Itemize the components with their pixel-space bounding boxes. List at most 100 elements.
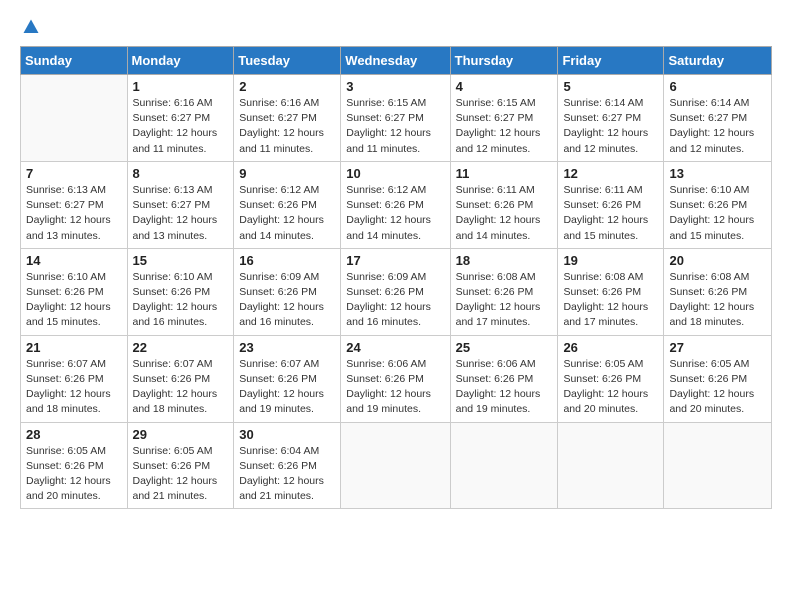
page: SundayMondayTuesdayWednesdayThursdayFrid… — [0, 0, 792, 612]
calendar-cell: 15 Sunrise: 6:10 AMSunset: 6:26 PMDayligh… — [127, 248, 234, 335]
header — [20, 18, 772, 36]
day-number: 8 — [133, 166, 229, 181]
calendar-cell: 14Sunrise: 6:10 AMSunset: 6:26 PMDayligh… — [21, 248, 128, 335]
day-number: 7 — [26, 166, 122, 181]
day-number: 23 — [239, 340, 335, 355]
calendar-cell: 21Sunrise: 6:07 AMSunset: 6:26 PMDayligh… — [21, 335, 128, 422]
day-info: Sunrise: 6:05 AMSunset: 6:26 PMDaylight:… — [563, 357, 658, 418]
day-number: 6 — [669, 79, 766, 94]
calendar-header-wednesday: Wednesday — [341, 47, 450, 75]
day-info: Sunrise: 6:12 AMSunset: 6:26 PMDaylight:… — [239, 183, 335, 244]
calendar-header-thursday: Thursday — [450, 47, 558, 75]
calendar-table: SundayMondayTuesdayWednesdayThursdayFrid… — [20, 46, 772, 509]
day-number: 10 — [346, 166, 444, 181]
day-info: Sunrise: 6:08 AMSunset: 6:26 PMDaylight:… — [563, 270, 658, 331]
day-number: 26 — [563, 340, 658, 355]
calendar-cell: 19 Sunrise: 6:08 AMSunset: 6:26 PMDayligh… — [558, 248, 664, 335]
calendar-cell: 18Sunrise: 6:08 AMSunset: 6:26 PMDayligh… — [450, 248, 558, 335]
day-number: 9 — [239, 166, 335, 181]
day-number: 15 — [133, 253, 229, 268]
calendar-cell: 29 Sunrise: 6:05 AMSunset: 6:26 PMDayligh… — [127, 422, 234, 509]
calendar-cell: 30 Sunrise: 6:04 AMSunset: 6:26 PMDayligh… — [234, 422, 341, 509]
day-number: 20 — [669, 253, 766, 268]
day-number: 24 — [346, 340, 444, 355]
calendar-cell: 20 Sunrise: 6:08 AMSunset: 6:26 PMDayligh… — [664, 248, 772, 335]
day-number: 30 — [239, 427, 335, 442]
calendar-cell: 7 Sunrise: 6:13 AMSunset: 6:27 PMDaylight… — [21, 161, 128, 248]
calendar-week-row: 21 Sunrise: 6:07 AMSunset: 6:26 PMDayligh… — [21, 335, 772, 422]
calendar-header-monday: Monday — [127, 47, 234, 75]
day-number: 19 — [563, 253, 658, 268]
calendar-cell — [341, 422, 450, 509]
day-info: Sunrise: 6:09 AMSunset: 6:26 PMDaylight:… — [346, 270, 444, 331]
calendar-cell: 11 Sunrise: 6:11 AMSunset: 6:26 PMDayligh… — [450, 161, 558, 248]
day-info: Sunrise: 6:11 AMSunset: 6:26 PMDaylight:… — [456, 183, 553, 244]
day-info: Sunrise: 6:10 AMSunset: 6:26 PMDaylight:… — [669, 183, 766, 244]
day-info: Sunrise: 6:06 AMSunset: 6:26 PMDaylight:… — [456, 357, 553, 418]
day-number: 2 — [239, 79, 335, 94]
day-info: Sunrise: 6:05 AMSunset: 6:26 PMDaylight:… — [133, 444, 229, 505]
day-info: Sunrise: 6:05 AMSunset: 6:26 PMDaylight:… — [669, 357, 766, 418]
day-number: 5 — [563, 79, 658, 94]
day-number: 3 — [346, 79, 444, 94]
calendar-week-row: 7 Sunrise: 6:13 AMSunset: 6:27 PMDaylight… — [21, 161, 772, 248]
day-number: 18 — [456, 253, 553, 268]
calendar-cell: 12 Sunrise: 6:11 AMSunset: 6:26 PMDayligh… — [558, 161, 664, 248]
day-info: Sunrise: 6:14 AMSunset: 6:27 PMDaylight:… — [669, 96, 766, 157]
calendar-header-friday: Friday — [558, 47, 664, 75]
day-info: Sunrise: 6:16 AMSunset: 6:27 PMDaylight:… — [133, 96, 229, 157]
day-info: Sunrise: 6:15 AMSunset: 6:27 PMDaylight:… — [456, 96, 553, 157]
calendar-cell: 28Sunrise: 6:05 AMSunset: 6:26 PMDayligh… — [21, 422, 128, 509]
day-number: 13 — [669, 166, 766, 181]
day-info: Sunrise: 6:06 AMSunset: 6:26 PMDaylight:… — [346, 357, 444, 418]
day-number: 25 — [456, 340, 553, 355]
calendar-cell: 2 Sunrise: 6:16 AMSunset: 6:27 PMDaylight… — [234, 75, 341, 162]
day-info: Sunrise: 6:10 AMSunset: 6:26 PMDaylight:… — [133, 270, 229, 331]
calendar-cell: 25 Sunrise: 6:06 AMSunset: 6:26 PMDayligh… — [450, 335, 558, 422]
calendar-cell: 24 Sunrise: 6:06 AMSunset: 6:26 PMDayligh… — [341, 335, 450, 422]
calendar-cell — [450, 422, 558, 509]
calendar-cell — [558, 422, 664, 509]
calendar-cell: 6 Sunrise: 6:14 AMSunset: 6:27 PMDaylight… — [664, 75, 772, 162]
day-number: 12 — [563, 166, 658, 181]
day-info: Sunrise: 6:07 AMSunset: 6:26 PMDaylight:… — [239, 357, 335, 418]
day-info: Sunrise: 6:07 AMSunset: 6:26 PMDaylight:… — [133, 357, 229, 418]
calendar-cell: 13 Sunrise: 6:10 AMSunset: 6:26 PMDayligh… — [664, 161, 772, 248]
calendar-week-row: 14 Sunrise: 6:10 AMSunset: 6:26 PMDayligh… — [21, 248, 772, 335]
calendar-header-sunday: Sunday — [21, 47, 128, 75]
calendar-week-row: 1 Sunrise: 6:16 AMSunset: 6:27 PMDaylight… — [21, 75, 772, 162]
calendar-header-row: SundayMondayTuesdayWednesdayThursdayFrid… — [21, 47, 772, 75]
calendar-cell: 16 Sunrise: 6:09 AMSunset: 6:26 PMDayligh… — [234, 248, 341, 335]
day-info: Sunrise: 6:13 AMSunset: 6:27 PMDaylight:… — [26, 183, 122, 244]
day-number: 16 — [239, 253, 335, 268]
logo-icon — [22, 18, 40, 36]
calendar-header-saturday: Saturday — [664, 47, 772, 75]
calendar-cell: 27 Sunrise: 6:05 AMSunset: 6:26 PMDayligh… — [664, 335, 772, 422]
day-number: 11 — [456, 166, 553, 181]
calendar-cell: 23 Sunrise: 6:07 AMSunset: 6:26 PMDayligh… — [234, 335, 341, 422]
day-info: Sunrise: 6:12 AMSunset: 6:26 PMDaylight:… — [346, 183, 444, 244]
day-number: 14 — [26, 253, 122, 268]
day-info: Sunrise: 6:08 AMSunset: 6:26 PMDaylight:… — [669, 270, 766, 331]
calendar-cell: 10 Sunrise: 6:12 AMSunset: 6:26 PMDayligh… — [341, 161, 450, 248]
day-number: 29 — [133, 427, 229, 442]
calendar-week-row: 28 Sunrise: 6:05 AMSunset: 6:26 PMDayligh… — [21, 422, 772, 509]
day-info: Sunrise: 6:14 AMSunset: 6:27 PMDaylight:… — [563, 96, 658, 157]
calendar-cell: 8Sunrise: 6:13 AMSunset: 6:27 PMDaylight… — [127, 161, 234, 248]
day-number: 22 — [133, 340, 229, 355]
day-info: Sunrise: 6:11 AMSunset: 6:26 PMDaylight:… — [563, 183, 658, 244]
calendar-cell — [21, 75, 128, 162]
calendar-cell: 5 Sunrise: 6:14 AMSunset: 6:27 PMDaylight… — [558, 75, 664, 162]
calendar-cell: 9 Sunrise: 6:12 AMSunset: 6:26 PMDaylight… — [234, 161, 341, 248]
day-number: 21 — [26, 340, 122, 355]
day-number: 28 — [26, 427, 122, 442]
calendar-cell: 22 Sunrise: 6:07 AMSunset: 6:26 PMDayligh… — [127, 335, 234, 422]
calendar-cell: 17Sunrise: 6:09 AMSunset: 6:26 PMDayligh… — [341, 248, 450, 335]
day-number: 27 — [669, 340, 766, 355]
day-number: 1 — [133, 79, 229, 94]
day-info: Sunrise: 6:16 AMSunset: 6:27 PMDaylight:… — [239, 96, 335, 157]
day-number: 4 — [456, 79, 553, 94]
day-info: Sunrise: 6:09 AMSunset: 6:26 PMDaylight:… — [239, 270, 335, 331]
day-info: Sunrise: 6:04 AMSunset: 6:26 PMDaylight:… — [239, 444, 335, 505]
day-info: Sunrise: 6:15 AMSunset: 6:27 PMDaylight:… — [346, 96, 444, 157]
